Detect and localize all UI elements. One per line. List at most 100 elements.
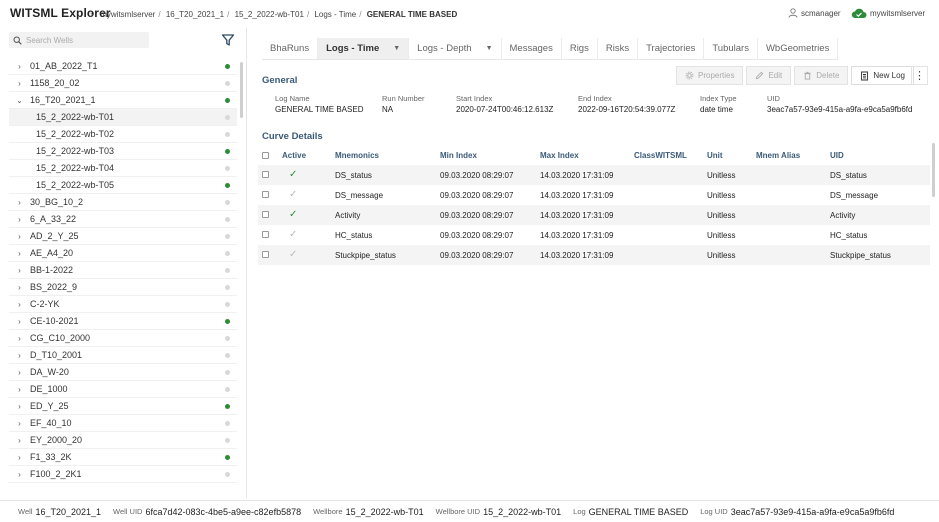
caret-down-icon[interactable]: ▼ [393,45,400,52]
tree-item-well[interactable]: › D_T10_2001 [9,347,237,364]
tree-item-well[interactable]: › BB-1-2022 [9,262,237,279]
tree-item-well[interactable]: › F100_2_2K1 [9,466,237,483]
chevron-right-icon[interactable]: › [9,402,30,411]
caret-down-icon[interactable]: ▼ [486,45,493,52]
search-box[interactable] [9,32,149,48]
chevron-right-icon[interactable]: › [9,317,30,326]
tab-messages[interactable]: Messages [501,38,562,60]
tab-logs-time[interactable]: Logs - Time ▼ [318,38,410,60]
row-checkbox[interactable] [262,251,269,258]
tree-item-label: D_T10_2001 [30,350,83,360]
chevron-right-icon[interactable]: › [9,368,30,377]
tab-rigs[interactable]: Rigs [561,38,598,60]
filter-button[interactable] [221,33,235,47]
chevron-right-icon[interactable]: › [9,62,30,71]
chevron-right-icon[interactable]: › [9,198,30,207]
breadcrumb-well[interactable]: 16_T20_2021_1 [166,10,224,19]
tree-item-well[interactable]: › 1158_20_02 [9,75,237,92]
status-dot [225,149,230,154]
tree-item-well[interactable]: › DE_1000 [9,381,237,398]
tree-item-wellbore[interactable]: 15_2_2022-wb-T02 [9,126,237,143]
new-log-button[interactable]: New Log [851,66,914,85]
tree-item-wellbore[interactable]: 15_2_2022-wb-T04 [9,160,237,177]
column-header[interactable]: Mnem Alias [756,151,800,160]
tree-item-well[interactable]: › 30_BG_10_2 [9,194,237,211]
table-row[interactable]: ✓ Activity 09.03.2020 08:29:07 14.03.2020 1… [258,205,930,225]
tree-item-well[interactable]: › AE_A4_20 [9,245,237,262]
tree-item-wellbore[interactable]: 15_2_2022-wb-T05 [9,177,237,194]
delete-button[interactable]: Delete [794,66,849,85]
more-options-button[interactable]: ⋮ [911,66,928,85]
edit-button[interactable]: Edit [746,66,792,85]
tree-item-well[interactable]: › CE-10-2021 [9,313,237,330]
chevron-right-icon[interactable]: › [9,351,30,360]
server-button[interactable]: mywitsmlserver [851,8,925,19]
column-header[interactable]: Max Index [540,151,579,160]
breadcrumb-log[interactable]: GENERAL TIME BASED [367,10,458,19]
select-all-checkbox[interactable] [262,152,269,159]
chevron-right-icon[interactable]: › [9,79,30,88]
row-checkbox[interactable] [262,171,269,178]
tree-item-well[interactable]: › ED_Y_25 [9,398,237,415]
tab-risks[interactable]: Risks [597,38,639,60]
user-button[interactable]: scmanager [788,8,841,18]
cell-mnemonic: DS_status [335,171,372,180]
chevron-right-icon[interactable]: › [9,215,30,224]
tab-tubulars[interactable]: Tubulars [704,38,758,60]
row-checkbox[interactable] [262,231,269,238]
tree-item-well[interactable]: ⌄ 16_T20_2021_1 [9,92,237,109]
table-row[interactable]: ✓ HC_status 09.03.2020 08:29:07 14.03.2020 … [258,225,930,245]
row-checkbox[interactable] [262,191,269,198]
chevron-right-icon[interactable]: › [9,266,30,275]
tree-item-well[interactable]: › DA_W-20 [9,364,237,381]
chevron-right-icon[interactable]: › [9,249,30,258]
chevron-right-icon[interactable]: › [9,385,30,394]
tree-item-well[interactable]: › F1_33_2K [9,449,237,466]
status-dot [225,98,230,103]
chevron-right-icon[interactable]: › [9,283,30,292]
field-label: Start Index [456,94,493,103]
tree-item-wellbore[interactable]: 15_2_2022-wb-T01 [9,109,237,126]
chevron-right-icon[interactable]: › [9,453,30,462]
tree-item-well[interactable]: › BS_2022_9 [9,279,237,296]
tab-wbgeometries[interactable]: WbGeometries [757,38,839,60]
field-value: 2022-09-16T20:54:39.077Z [578,105,676,114]
column-header[interactable]: ClassWITSML [634,151,687,160]
breadcrumb-server[interactable]: mywitsmlserver [100,10,155,19]
tree-item-well[interactable]: › EY_2000_20 [9,432,237,449]
properties-button[interactable]: Properties [676,66,744,85]
column-header[interactable]: Mnemonics [335,151,379,160]
table-row[interactable]: ✓ Stuckpipe_status 09.03.2020 08:29:07 14.0… [258,245,930,265]
column-header[interactable]: Active [282,151,306,160]
chevron-down-icon[interactable]: ⌄ [9,96,30,105]
tree-item-well[interactable]: › 01_AB_2022_T1 [9,58,237,75]
column-header[interactable]: Unit [707,151,723,160]
check-icon: ✓ [289,169,298,180]
chevron-right-icon[interactable]: › [9,334,30,343]
search-input[interactable] [26,35,146,45]
breadcrumb-wellbore[interactable]: 15_2_2022-wb-T01 [235,10,304,19]
chevron-right-icon[interactable]: › [9,436,30,445]
column-header[interactable]: Min Index [440,151,477,160]
tab-trajectories[interactable]: Trajectories [638,38,705,60]
chevron-right-icon[interactable]: › [9,232,30,241]
tree-item-well[interactable]: › C-2-YK [9,296,237,313]
tab-bharuns[interactable]: BhaRuns [262,38,319,60]
sidebar-scrollbar[interactable] [240,62,243,118]
tree-item-well[interactable]: › CG_C10_2000 [9,330,237,347]
chevron-right-icon[interactable]: › [9,470,30,479]
column-header[interactable]: UID [830,151,844,160]
tree-item-wellbore[interactable]: 15_2_2022-wb-T03 [9,143,237,160]
tree-item-well[interactable]: › 6_A_33_22 [9,211,237,228]
tree-item-well[interactable]: › AD_2_Y_25 [9,228,237,245]
chevron-right-icon[interactable]: › [9,300,30,309]
table-row[interactable]: ✓ DS_status 09.03.2020 08:29:07 14.03.2020 … [258,165,930,185]
breadcrumb-logs-time[interactable]: Logs - Time [314,10,356,19]
tree-item-label: 1158_20_02 [30,78,80,88]
content-scrollbar[interactable] [932,143,935,197]
tab-logs-depth[interactable]: Logs - Depth ▼ [409,38,502,60]
chevron-right-icon[interactable]: › [9,419,30,428]
table-row[interactable]: ✓ DS_message 09.03.2020 08:29:07 14.03.2020… [258,185,930,205]
tree-item-well[interactable]: › EF_40_10 [9,415,237,432]
row-checkbox[interactable] [262,211,269,218]
